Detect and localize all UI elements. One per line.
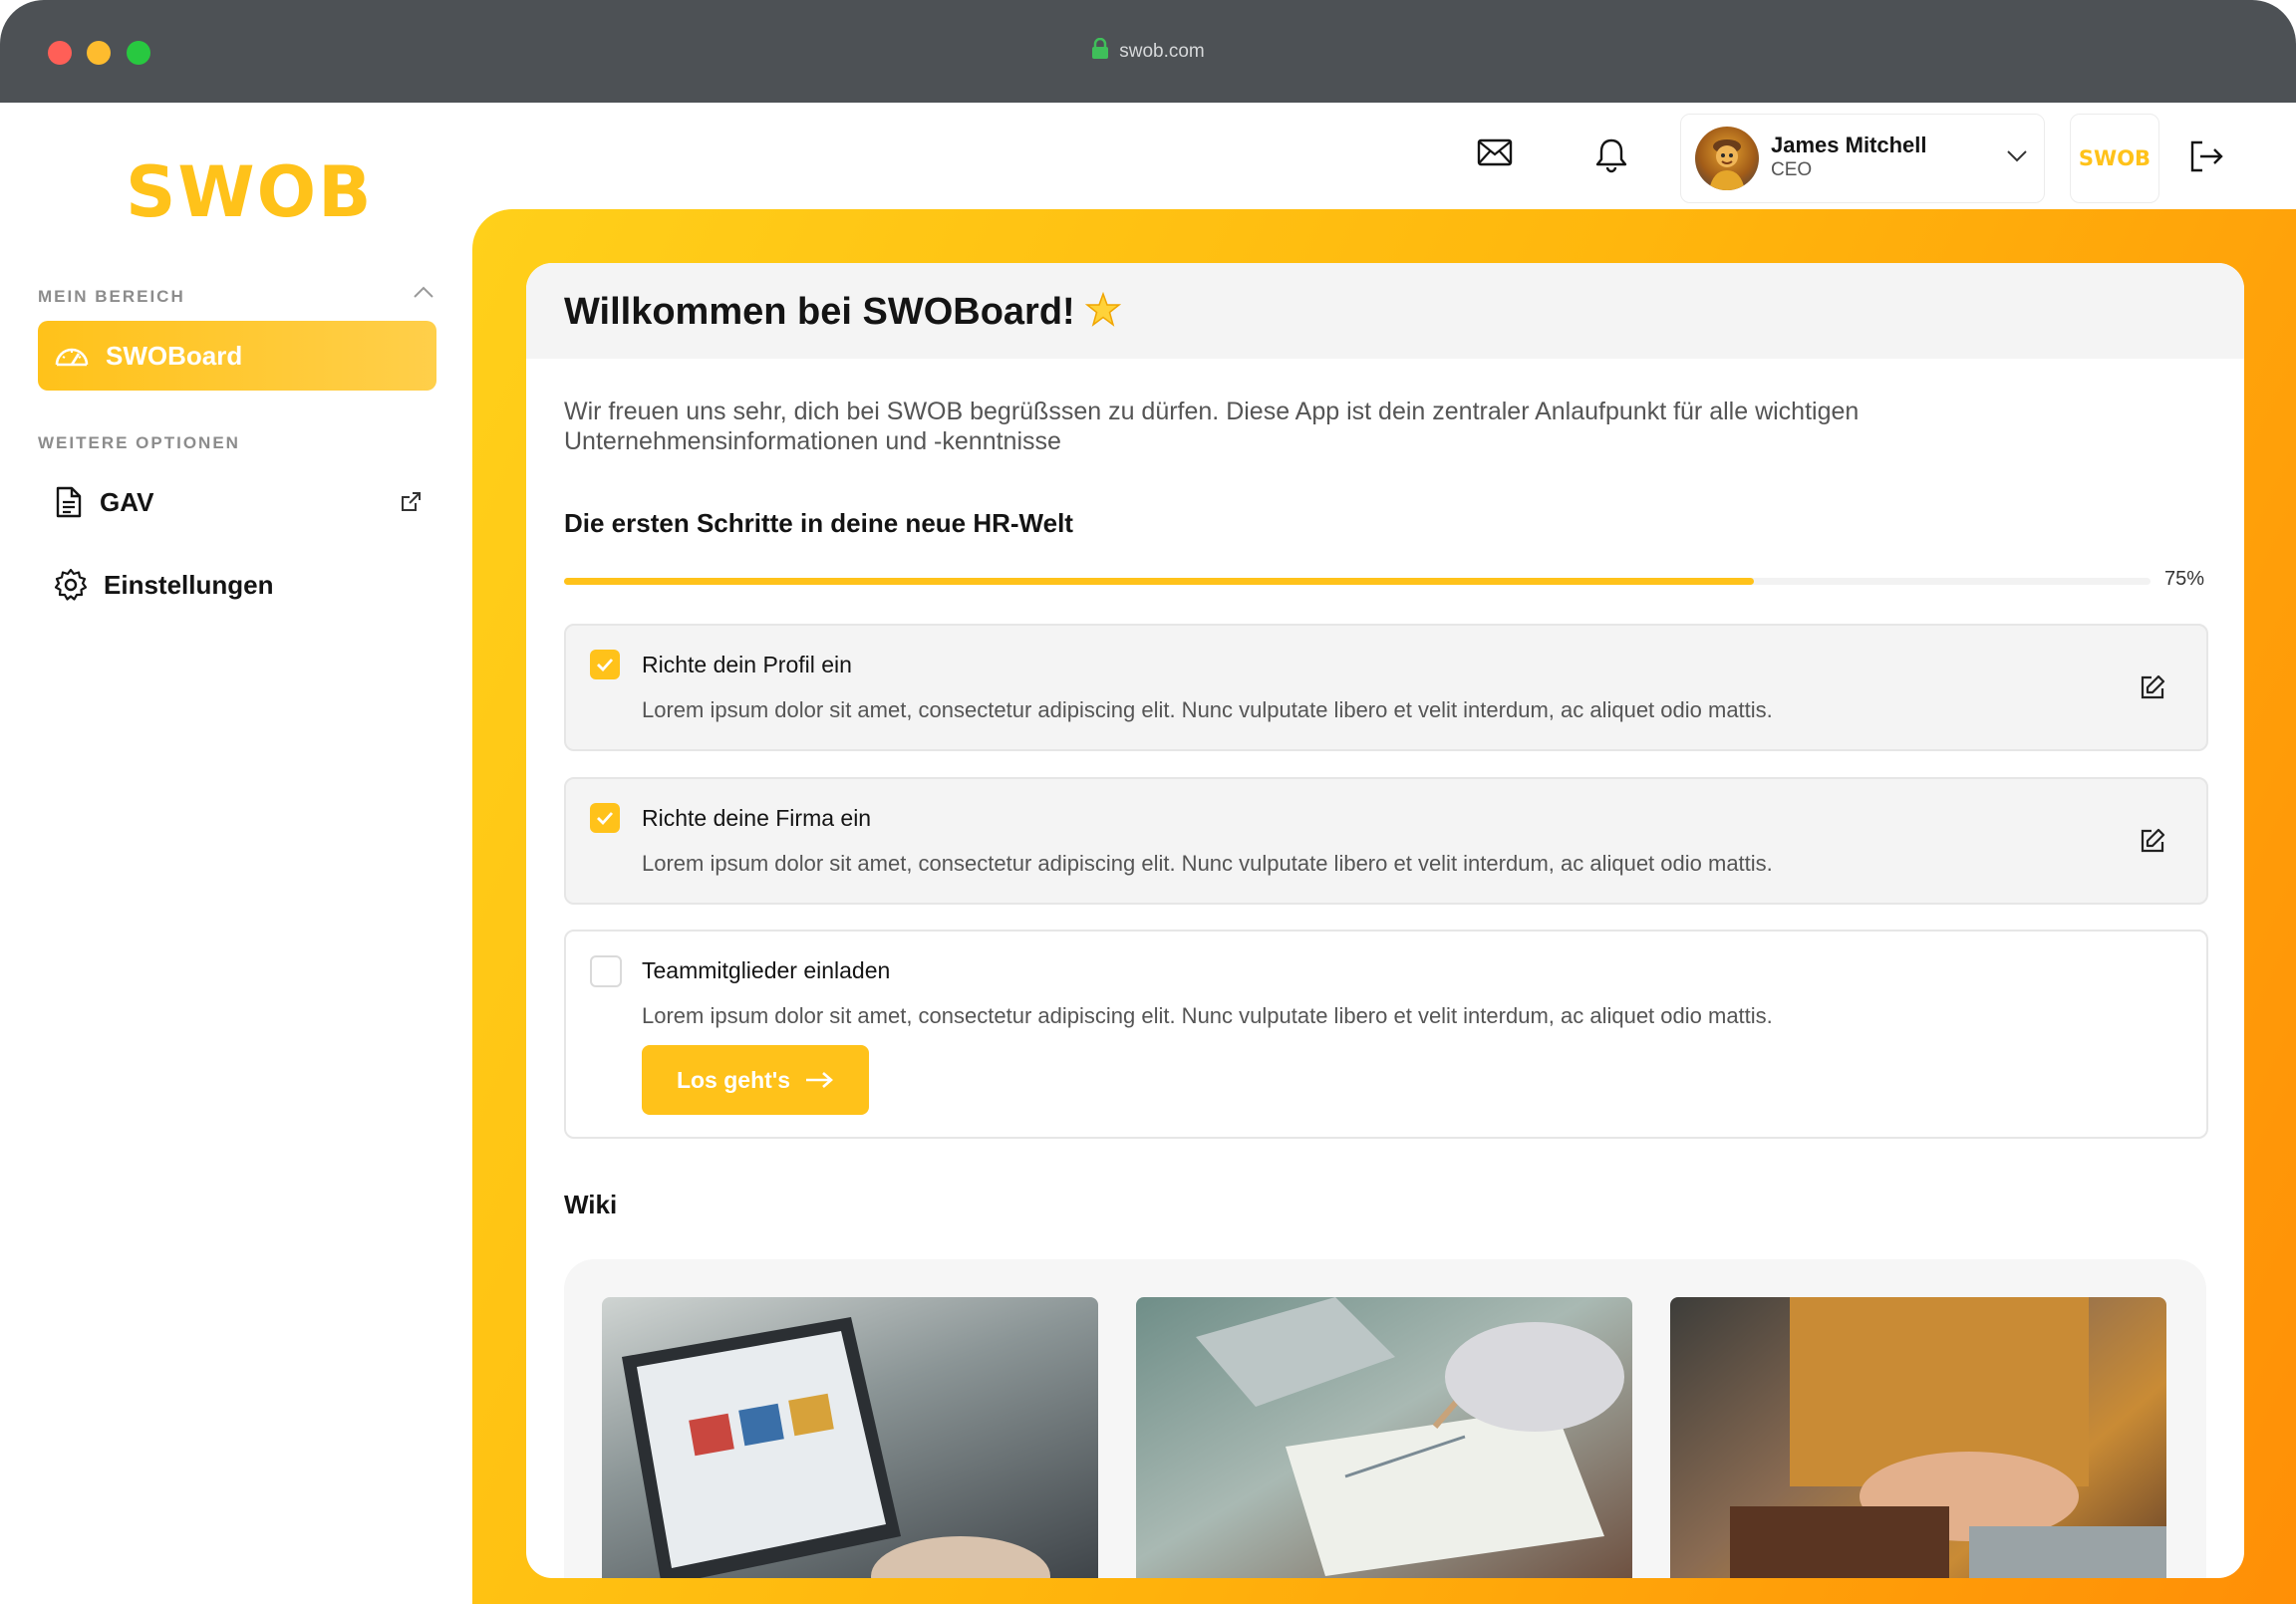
- mail-icon[interactable]: [1477, 137, 1513, 172]
- chevron-down-icon[interactable]: [2006, 148, 2028, 167]
- user-name: James Mitchell: [1771, 133, 1927, 157]
- edit-icon[interactable]: [2139, 827, 2166, 860]
- task-description: Lorem ipsum dolor sit amet, consectetur …: [642, 851, 1773, 876]
- progress-percent: 75%: [2164, 568, 2205, 590]
- url-text: swob.com: [1119, 41, 1205, 62]
- arrow-right-icon: [806, 1072, 834, 1088]
- sidebar-item-swoboard[interactable]: SWOBoard: [38, 321, 436, 391]
- check-icon: [597, 812, 614, 826]
- avatar: [1695, 127, 1759, 190]
- task-description: Lorem ipsum dolor sit amet, consectetur …: [642, 1003, 1773, 1028]
- progress-bar: [564, 578, 2151, 585]
- check-icon: [597, 659, 614, 672]
- sidebar-item-label: GAV: [100, 486, 154, 517]
- chevron-up-icon[interactable]: [413, 285, 434, 304]
- task-description: Lorem ipsum dolor sit amet, consectetur …: [642, 697, 1773, 722]
- sidebar-item-label: SWOBoard: [106, 340, 243, 371]
- lock-icon: [1091, 37, 1109, 66]
- wiki-heading: Wiki: [564, 1190, 618, 1219]
- task-checkbox[interactable]: [590, 955, 622, 987]
- intro-text: Wir freuen uns sehr, dich bei SWOB begrü…: [564, 398, 1860, 455]
- progress-fill: [564, 578, 1754, 585]
- browser-chrome: swob.com: [0, 0, 2296, 103]
- user-role: CEO: [1771, 159, 1813, 180]
- task-title: Teammitglieder einladen: [642, 957, 891, 983]
- section-label-weitere-optionen: WEITERE OPTIONEN: [38, 433, 240, 452]
- bell-icon[interactable]: [1594, 137, 1628, 178]
- wiki-card-image-workspace[interactable]: [1670, 1297, 2166, 1578]
- task-item: Teammitglieder einladen Lorem ipsum dolo…: [564, 930, 2208, 1139]
- section-label-mein-bereich: MEIN BEREICH: [38, 287, 185, 306]
- wiki-card-image-laptop[interactable]: [602, 1297, 1098, 1578]
- user-menu[interactable]: James Mitchell CEO: [1680, 114, 2045, 203]
- document-icon: [54, 485, 84, 519]
- external-link-icon: [399, 490, 423, 519]
- edit-icon[interactable]: [2139, 673, 2166, 706]
- main-card: Willkommen bei SWOBoard! Wir freuen uns …: [526, 263, 2244, 1578]
- star-icon: [1084, 291, 1121, 338]
- sidebar-item-einstellungen[interactable]: Einstellungen: [38, 555, 436, 615]
- task-title: Richte deine Firma ein: [642, 805, 872, 831]
- steps-heading: Die ersten Schritte in deine neue HR-Wel…: [564, 508, 1073, 538]
- start-button-label: Los geht's: [676, 1066, 791, 1093]
- swob-logo[interactable]: SWOB: [126, 157, 374, 227]
- sidebar-item-gav[interactable]: GAV: [38, 472, 436, 532]
- task-checkbox[interactable]: [590, 650, 620, 679]
- dashboard-gauge-icon: [54, 343, 90, 369]
- wiki-panel: [564, 1259, 2206, 1578]
- task-item: Richte dein Profil ein Lorem ipsum dolor…: [564, 624, 2208, 751]
- start-button[interactable]: Los geht's: [642, 1045, 869, 1115]
- page-title: Willkommen bei SWOBoard!: [564, 291, 1121, 338]
- task-checkbox[interactable]: [590, 803, 620, 833]
- company-badge[interactable]: SWOB: [2070, 114, 2159, 203]
- logout-icon[interactable]: [2188, 139, 2224, 178]
- card-header: Willkommen bei SWOBoard!: [526, 263, 2244, 359]
- sidebar-item-label: Einstellungen: [104, 569, 274, 600]
- task-title: Richte dein Profil ein: [642, 652, 852, 677]
- wiki-card-image-meeting[interactable]: [1136, 1297, 1632, 1578]
- gear-icon: [54, 568, 88, 602]
- task-item: Richte deine Firma ein Lorem ipsum dolor…: [564, 777, 2208, 905]
- address-bar[interactable]: swob.com: [0, 37, 2296, 66]
